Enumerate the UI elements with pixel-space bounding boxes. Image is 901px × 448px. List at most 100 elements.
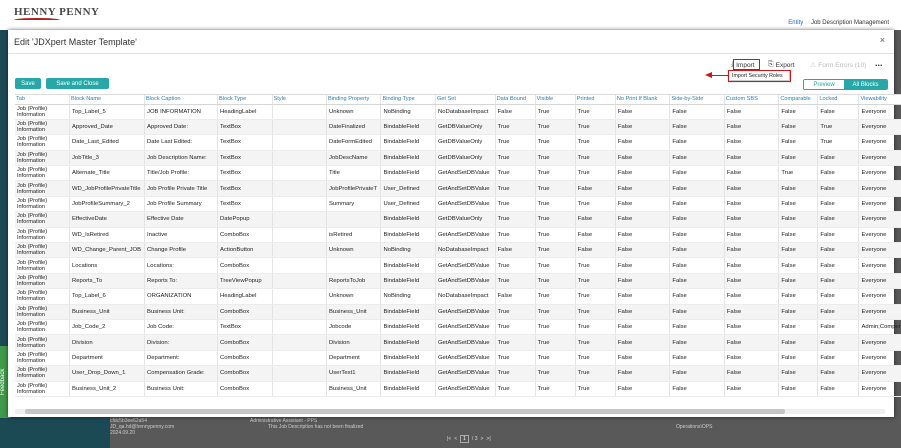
column-header[interactable]: Binding Property: [326, 95, 382, 105]
table-cell: TextBox: [217, 180, 273, 197]
table-cell: False: [615, 134, 671, 151]
table-cell: False: [778, 227, 819, 244]
table-cell: True: [535, 227, 576, 244]
column-header[interactable]: Get Set: [435, 95, 496, 105]
pager-next[interactable]: >: [480, 436, 483, 442]
table-cell: False: [817, 288, 860, 305]
table-cell: TextBox: [217, 165, 273, 182]
horizontal-scrollbar[interactable]: [15, 409, 885, 414]
table-cell: Everyone: [858, 257, 901, 274]
bg-row-dept: Operations\OPS: [676, 424, 713, 430]
table-cell: GetDBValueOnly: [435, 134, 496, 151]
table-cell: Job (Profile) Information: [15, 119, 70, 136]
table-cell: Approved_Date: [69, 119, 146, 136]
table-row[interactable]: Job (Profile) Information Business_Unit Bu…: [15, 304, 901, 320]
table-cell: False: [615, 242, 671, 259]
preview-toggle[interactable]: Preview: [804, 80, 844, 89]
table-cell: False: [669, 257, 725, 274]
table-row[interactable]: Job (Profile) Information JobProfileSumma…: [15, 196, 901, 213]
column-header[interactable]: Comparable: [778, 95, 819, 105]
table-cell: Everyone: [858, 334, 901, 351]
all-blocks-toggle[interactable]: All Blocks: [844, 80, 887, 89]
table-row[interactable]: Job (Profile) Information Approved_Date Ap…: [15, 119, 901, 136]
table-row[interactable]: Job (Profile) Information Date_Last_Edite…: [15, 134, 901, 151]
table-cell: False: [724, 273, 780, 290]
table-cell: False: [575, 211, 616, 228]
table-cell: True: [535, 334, 576, 351]
table-row[interactable]: Job (Profile) Information WD_IsRetired Ina…: [15, 227, 901, 244]
save-and-close-button[interactable]: Save and Close: [46, 78, 109, 89]
column-header[interactable]: Data Bound: [495, 95, 536, 105]
table-row[interactable]: Job (Profile) Information EffectiveDate Ef…: [15, 211, 901, 228]
column-header[interactable]: Block Caption: [144, 95, 219, 105]
table-cell: Job (Profile) Information: [15, 304, 70, 320]
save-button[interactable]: Save: [15, 78, 41, 89]
export-button[interactable]: ⎘ Export: [768, 60, 794, 70]
table-cell: Title/Job Profile:: [144, 165, 219, 182]
column-header[interactable]: Locked: [817, 95, 860, 105]
table-cell: True: [495, 150, 536, 167]
column-header[interactable]: Style: [272, 95, 327, 105]
form-errors-button[interactable]: ⚠ Form Errors (10): [810, 60, 866, 70]
table-cell: [272, 242, 327, 259]
table-cell: False: [615, 319, 671, 336]
table-row[interactable]: Job (Profile) Information WD_Change_Paren…: [15, 242, 901, 259]
job-description-management-link[interactable]: Job Description Management: [811, 20, 889, 26]
horizontal-scroll-thumb[interactable]: [25, 409, 785, 414]
table-cell: False: [669, 227, 725, 244]
table-cell: False: [669, 180, 725, 197]
table-row[interactable]: Job (Profile) Information JobTitle_3 Job D…: [15, 150, 901, 167]
column-header[interactable]: Viewability: [858, 95, 901, 105]
table-cell: False: [724, 227, 780, 244]
table-row[interactable]: Job (Profile) Information WD_JobProfilePr…: [15, 180, 901, 197]
table-cell: UserText1: [326, 365, 382, 382]
table-cell: Job (Profile) Information: [15, 242, 70, 259]
table-row[interactable]: Job (Profile) Information Top_Label_5 JOB …: [15, 104, 901, 120]
table-row[interactable]: Job (Profile) Information Alternate_Title…: [15, 165, 901, 182]
column-header[interactable]: Block Type: [217, 95, 273, 105]
table-cell: False: [724, 196, 780, 213]
table-row[interactable]: Job (Profile) Information Department Depar…: [15, 350, 901, 367]
table-cell: False: [615, 381, 671, 397]
table-cell: False: [817, 350, 860, 367]
column-header[interactable]: Custom SBS: [724, 95, 780, 105]
table-cell: Locations: [69, 257, 146, 274]
modal-title: Edit 'JDXpert Master Template': [14, 37, 137, 47]
column-header[interactable]: Binding Type: [380, 95, 436, 105]
table-cell: Everyone: [858, 381, 901, 397]
column-header[interactable]: Visible: [535, 95, 576, 105]
table-cell: False: [615, 288, 671, 305]
table-cell: JobDescName: [326, 150, 382, 167]
column-header[interactable]: Side-by-Side: [669, 95, 725, 105]
table-row[interactable]: Job (Profile) Information Division Divisio…: [15, 334, 901, 351]
table-cell: Job (Profile) Information: [15, 134, 70, 151]
entity-link[interactable]: Entity: [788, 20, 803, 26]
table-row[interactable]: Job (Profile) Information Business_Unit_2…: [15, 381, 901, 397]
column-header[interactable]: No Print If Blank: [615, 95, 671, 105]
table-cell: Job (Profile) Information: [15, 227, 70, 244]
table-cell: Date Last Edited:: [144, 134, 219, 151]
more-options-icon[interactable]: ...: [875, 58, 883, 68]
column-header[interactable]: Tab: [15, 95, 70, 105]
table-row[interactable]: Job (Profile) Information Top_Label_6 ORGA…: [15, 288, 901, 305]
pager-first[interactable]: |<: [447, 436, 451, 442]
table-row[interactable]: Job (Profile) Information User_Drop_Down_…: [15, 365, 901, 382]
table-cell: False: [724, 365, 780, 382]
table-row[interactable]: Job (Profile) Information Reports_To Repor…: [15, 273, 901, 290]
close-icon[interactable]: ×: [880, 35, 885, 45]
table-cell: True: [575, 119, 616, 136]
column-header[interactable]: Block Name: [69, 95, 146, 105]
pager-prev[interactable]: <: [454, 436, 457, 442]
table-row[interactable]: Job (Profile) Information Job_Code_2 Job C…: [15, 319, 901, 336]
table-row[interactable]: Job (Profile) Information Locations Locati…: [15, 257, 901, 274]
pager-last[interactable]: >|: [486, 436, 490, 442]
table-cell: Department: [326, 350, 382, 367]
column-header[interactable]: Printed: [575, 95, 616, 105]
table-cell: WD_Change_Parent_JOB: [69, 242, 146, 259]
table-cell: False: [778, 288, 819, 305]
table-cell: False: [817, 334, 860, 351]
table-cell: TextBox: [217, 150, 273, 167]
table-cell: TextBox: [217, 134, 273, 151]
table-cell: GetAndSetDBValue: [435, 227, 496, 244]
pager-page-input[interactable]: 1: [460, 434, 469, 443]
